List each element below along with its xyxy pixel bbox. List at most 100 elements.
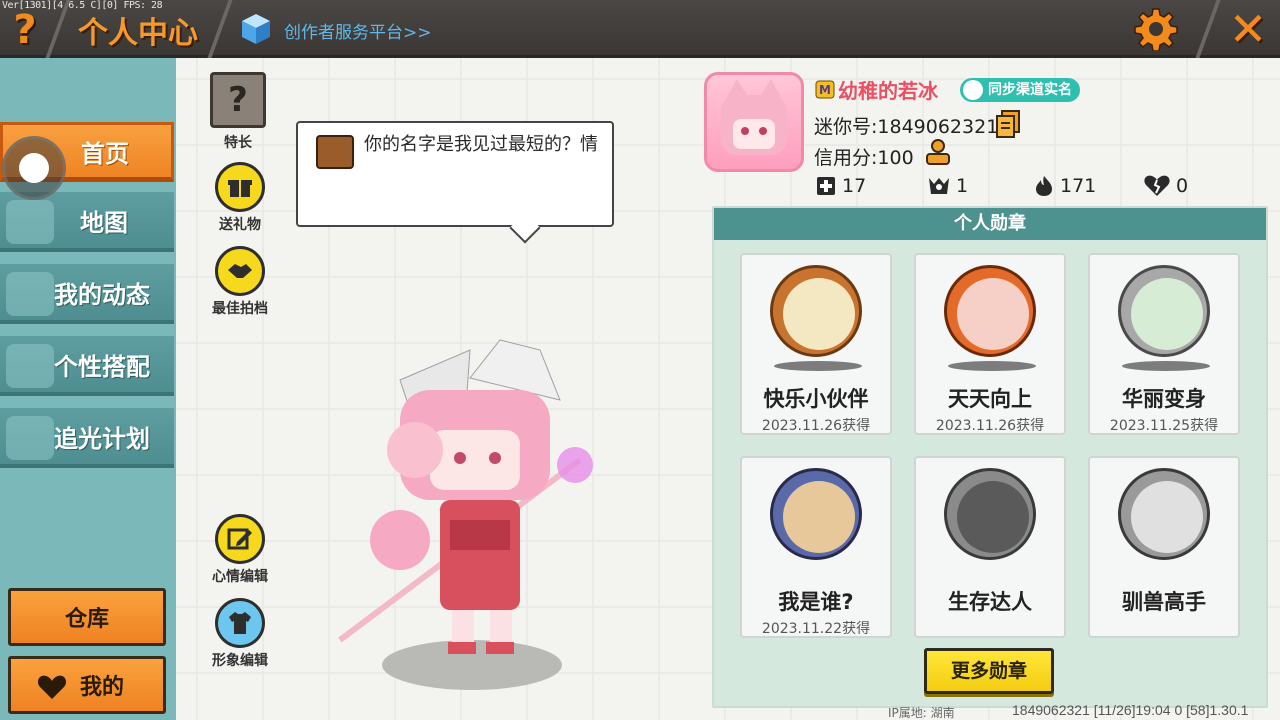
medal-card[interactable]: 华丽变身 2023.11.25获得 [1088, 253, 1240, 435]
copy-icon[interactable] [996, 110, 1020, 138]
calendar-medal-icon [944, 265, 1036, 357]
fans-icon [929, 178, 949, 194]
profile-avatar[interactable] [704, 72, 804, 172]
stat-fire-value: 171 [1060, 175, 1097, 197]
sidebar-item-label: 追光计划 [54, 424, 150, 453]
medal-card[interactable]: 驯兽高手 [1088, 456, 1240, 638]
character-avatar[interactable] [300, 330, 660, 670]
best-partner-label: 最佳拍档 [212, 301, 268, 317]
gear-icon[interactable] [1134, 7, 1178, 51]
plus-square-icon [817, 177, 835, 195]
sidebar-item-outfit[interactable]: 个性搭配 [0, 336, 174, 396]
medal-date: 2023.11.26获得 [935, 418, 1045, 434]
sidebar-item-label: 首页 [81, 139, 129, 168]
medal-base [948, 361, 1036, 371]
creator-platform-link[interactable]: 创作者服务平台>> [284, 18, 432, 43]
close-icon[interactable]: ✕ [1226, 5, 1270, 53]
mine-button[interactable]: 我的 [8, 656, 166, 714]
top-bar: Ver[1301][4.6.5 C][0] FPS: 28 ? 个人中心 创作者… [0, 0, 1280, 58]
campfire-medal-icon [944, 468, 1036, 560]
svg-text:M: M [819, 83, 831, 97]
credit-score: 信用分:100 [814, 147, 914, 169]
medal-name: 驯兽高手 [1122, 590, 1206, 614]
verified-person-icon [963, 80, 983, 100]
credit-person-icon[interactable] [924, 138, 952, 166]
medal-date: 2023.11.25获得 [1109, 418, 1219, 434]
sidebar-item-label: 我的动态 [54, 280, 150, 309]
mini-id: 迷你号:1849062321 [814, 116, 999, 138]
shirt-icon [215, 598, 265, 648]
speech-bubble: 你的名字是我见过最短的？情 [296, 121, 614, 227]
medal-panel-title: 个人勋章 [714, 208, 1266, 240]
send-gift-button[interactable]: 送礼物 [200, 162, 280, 234]
sidebar-item-light-plan[interactable]: 追光计划 [0, 408, 174, 468]
fire-icon [1036, 176, 1052, 196]
medal-card[interactable]: 天天向上 2023.11.26获得 [914, 253, 1066, 435]
floating-assistive-button[interactable] [2, 136, 66, 200]
image-edit-button[interactable]: 形象编辑 [200, 598, 280, 670]
realname-badge[interactable]: 同步渠道实名 [960, 78, 1080, 102]
send-gift-label: 送礼物 [219, 217, 261, 233]
image-edit-label: 形象编辑 [212, 653, 268, 669]
medal-name: 生存达人 [948, 590, 1032, 614]
vip-crown-icon: M [815, 80, 835, 99]
realname-label: 同步渠道实名 [988, 82, 1072, 98]
stat-plus: 17 [816, 175, 866, 197]
sidebar-item-map[interactable]: 地图 [0, 192, 174, 252]
medal-card[interactable]: 快乐小伙伴 2023.11.26获得 [740, 253, 892, 435]
divider [207, 0, 233, 58]
nickname: 幼稚的若冰 [838, 79, 938, 103]
specialty-button[interactable]: ? 特长 [198, 72, 278, 152]
map-icon [6, 200, 54, 244]
medal-panel: 个人勋章 快乐小伙伴 2023.11.26获得 天天向上 2023.11.26获… [712, 206, 1268, 708]
bubble-text: 你的名字是我见过最短的？情 [364, 134, 598, 155]
mystery-box-icon: ? [210, 72, 266, 128]
medal-date: 2023.11.26获得 [761, 418, 871, 434]
heart-icon [37, 675, 67, 699]
gift-icon [215, 162, 265, 212]
warehouse-label: 仓库 [64, 607, 109, 632]
outfit-icon [6, 344, 54, 388]
more-medals-button[interactable]: 更多勋章 [924, 648, 1054, 694]
mood-edit-button[interactable]: 心情编辑 [200, 514, 280, 586]
stat-fans-value: 1 [956, 175, 969, 197]
handshake-icon [215, 246, 265, 296]
stat-likes: 0 [1144, 175, 1188, 197]
bell-icon [6, 272, 54, 316]
medal-base [774, 361, 862, 371]
question-mark-icon[interactable]: ? [8, 10, 42, 50]
sidebar-item-my-posts[interactable]: 我的动态 [0, 264, 174, 324]
happy-buddy-medal-icon [770, 265, 862, 357]
cube-icon[interactable] [240, 12, 272, 46]
id-card-medal-icon [770, 468, 862, 560]
medal-name: 华丽变身 [1122, 387, 1206, 411]
medal-base [1122, 361, 1210, 371]
warehouse-button[interactable]: 仓库 [8, 588, 166, 646]
footer-info: 1849062321 [11/26]19:04 0 [58]1.30.1 [1012, 702, 1249, 718]
beast-tamer-medal-icon [1118, 468, 1210, 560]
broken-heart-icon [1144, 175, 1170, 196]
mine-label: 我的 [79, 675, 124, 700]
stat-likes-value: 0 [1176, 175, 1189, 197]
light-plan-icon [6, 416, 54, 460]
medal-card[interactable]: 生存达人 [914, 456, 1066, 638]
bear-face-icon [316, 135, 354, 169]
transform-medal-icon [1118, 265, 1210, 357]
best-partner-button[interactable]: 最佳拍档 [200, 246, 280, 318]
specialty-label: 特长 [224, 135, 252, 151]
avatar-face [721, 79, 787, 155]
sidebar-item-label: 地图 [80, 208, 128, 237]
edit-icon [215, 514, 265, 564]
medal-name: 天天向上 [948, 387, 1032, 411]
medal-card[interactable]: 我是谁? 2023.11.22获得 [740, 456, 892, 638]
sidebar-item-label: 个性搭配 [54, 352, 150, 381]
mood-edit-label: 心情编辑 [212, 569, 268, 585]
medal-name: 快乐小伙伴 [763, 387, 869, 411]
ip-location: IP属地: 湖南 [888, 706, 955, 720]
divider [1195, 0, 1221, 58]
stat-plus-value: 17 [842, 175, 867, 197]
stat-popularity: 171 [1034, 175, 1096, 197]
medal-name: 我是谁? [778, 590, 854, 614]
page-title: 个人中心 [78, 16, 198, 51]
stat-fans: 1 [928, 175, 968, 197]
